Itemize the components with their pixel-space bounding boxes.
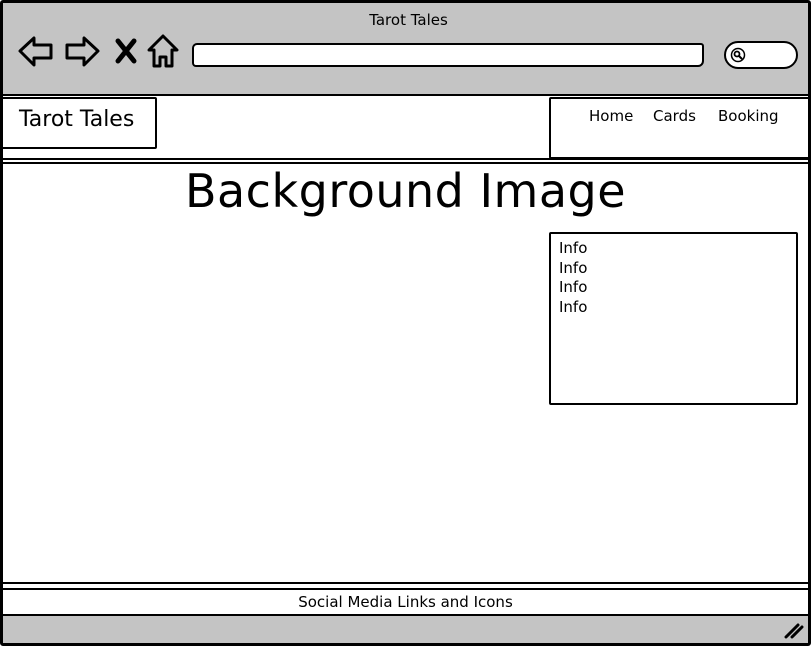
page-top-divider (3, 94, 808, 96)
footer-social-links[interactable]: Social Media Links and Icons (298, 593, 513, 611)
nav-link-home[interactable]: Home (589, 107, 633, 125)
resize-grip-icon[interactable] (782, 621, 804, 639)
hero-title: Background Image (184, 164, 627, 218)
info-item: Info (559, 278, 588, 296)
nav-link-cards[interactable]: Cards (653, 107, 696, 125)
forward-arrow-icon[interactable] (63, 33, 101, 71)
search-icon (730, 47, 746, 63)
footer: Social Media Links and Icons (3, 588, 808, 616)
address-bar-input[interactable] (192, 43, 704, 67)
info-item: Info (559, 297, 588, 316)
content-bottom-border (3, 582, 808, 584)
nav-link-booking[interactable]: Booking (718, 107, 779, 125)
window-title: Tarot Tales (369, 11, 448, 29)
info-item: Info (559, 258, 588, 277)
site-logo-text: Tarot Tales (19, 107, 135, 132)
info-item: Info (559, 239, 588, 257)
home-icon[interactable] (144, 33, 182, 71)
site-logo[interactable]: Tarot Tales (3, 97, 157, 149)
web-page: Tarot Tales Home Cards Booking Backgroun… (3, 94, 808, 616)
back-arrow-icon[interactable] (17, 33, 55, 71)
main-navigation: Home Cards Booking (549, 97, 808, 159)
browser-window: Tarot Tales Tarot Tales Home Cards Booki… (0, 0, 811, 646)
header-divider (3, 158, 808, 160)
browser-search-field[interactable] (724, 41, 798, 69)
close-icon[interactable] (109, 33, 143, 71)
info-panel: Info Info Info Info (549, 232, 798, 405)
